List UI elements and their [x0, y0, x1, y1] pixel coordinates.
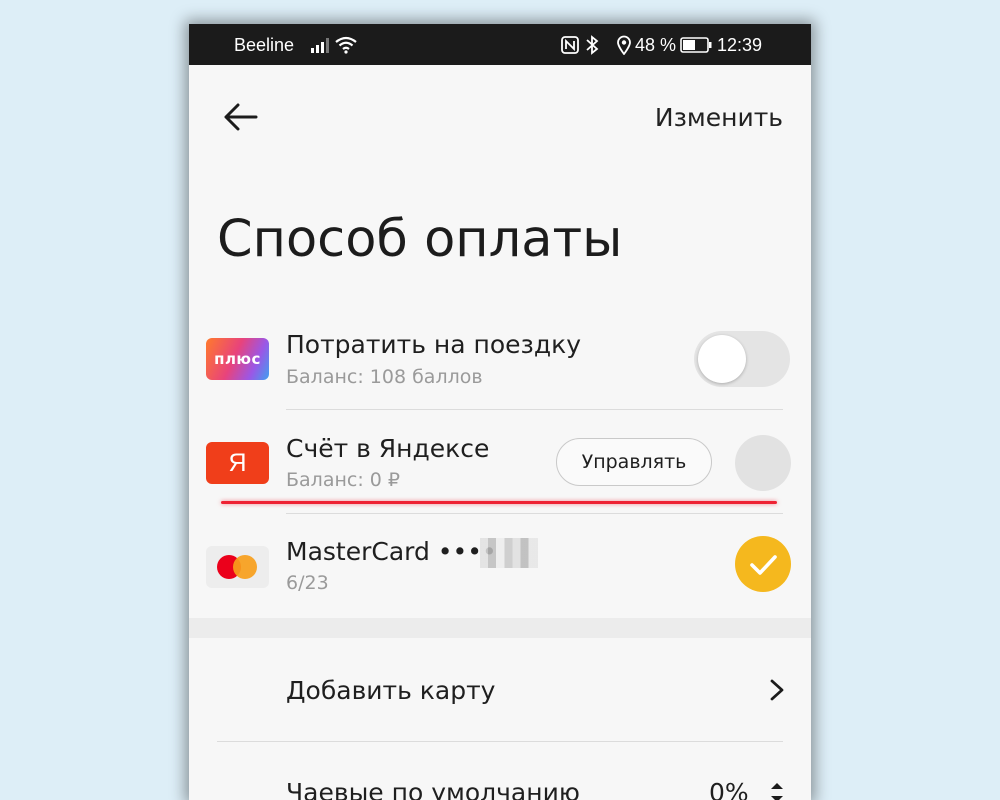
- default-tips-item[interactable]: Чаевые по умолчанию: [286, 778, 580, 800]
- manage-button[interactable]: Управлять: [556, 438, 712, 486]
- plus-logo-text: плюс: [214, 350, 261, 368]
- battery-icon: [680, 37, 712, 53]
- add-card-item[interactable]: Добавить карту: [286, 676, 495, 705]
- mastercard-title: MasterCard ••••: [286, 537, 497, 566]
- yandex-account-balance: Баланс: 0 ₽: [286, 469, 400, 491]
- page-title: Способ оплаты: [217, 210, 623, 269]
- plus-points-balance: Баланс: 108 баллов: [286, 366, 483, 388]
- mastercard-radio-selected[interactable]: [735, 536, 791, 592]
- yandex-logo-text: Я: [228, 448, 247, 477]
- carrier-name: Beeline: [234, 35, 295, 55]
- yandex-account-radio[interactable]: [735, 435, 791, 491]
- battery-percent: 48 %: [635, 35, 677, 55]
- row-divider: [286, 409, 783, 410]
- yandex-account-title: Счёт в Яндексе: [286, 434, 490, 463]
- chevron-right-icon[interactable]: [767, 678, 787, 702]
- checkmark-icon: [750, 555, 777, 575]
- clock: 12:39: [717, 35, 763, 55]
- plus-logo-icon: плюс: [206, 338, 269, 380]
- signal-icon: [311, 38, 329, 53]
- edit-button[interactable]: Изменить: [655, 103, 783, 132]
- plus-points-title: Потратить на поездку: [286, 330, 582, 359]
- row-divider: [286, 513, 783, 514]
- blurred-card-digits: [480, 538, 538, 568]
- toggle-knob: [698, 335, 746, 383]
- nfc-icon: [561, 36, 579, 54]
- yandex-logo-icon: Я: [206, 442, 269, 484]
- back-arrow-icon[interactable]: [223, 101, 259, 133]
- mastercard-orange-circle: [233, 555, 257, 579]
- status-bar: Beeline 48 % 12:39: [189, 24, 811, 65]
- default-tips-value: 0%: [709, 778, 749, 800]
- bluetooth-icon: [586, 35, 599, 55]
- location-icon: [617, 35, 631, 55]
- row-divider: [217, 741, 783, 742]
- wifi-icon: [335, 36, 357, 54]
- up-down-arrows-icon[interactable]: [767, 780, 787, 800]
- section-separator: [189, 618, 811, 638]
- mastercard-logo-icon: [206, 546, 269, 588]
- spend-points-toggle[interactable]: [694, 331, 790, 387]
- highlight-underline: [221, 501, 777, 504]
- options-section: [189, 638, 811, 800]
- phone-screen: Beeline 48 % 12:39 Изменить Способ оплат…: [189, 24, 811, 800]
- mastercard-expiry: 6/23: [286, 572, 329, 594]
